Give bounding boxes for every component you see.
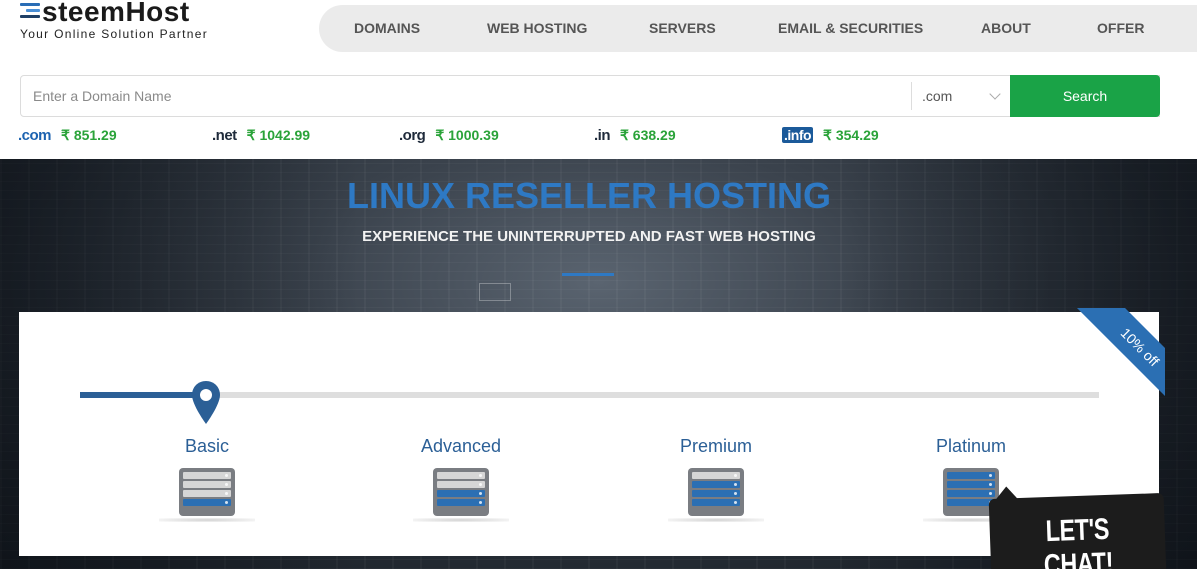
tld-logo-org: .org [399,126,426,144]
hero-title: LINUX RESELLER HOSTING [346,175,832,216]
discount-ribbon-label: 10% off [1117,324,1163,370]
page: steemHost Your Online Solution Partner D… [0,0,1197,569]
tld-price: ₹ 638.29 [620,126,676,143]
logo-name: steemHost [42,0,190,27]
tld-logo-in: .in [594,126,611,144]
domain-search-input[interactable] [21,76,911,116]
nav-item-servers[interactable]: SERVERS [649,5,716,52]
exit-sign-decoration [479,283,511,301]
plan-name: Premium [679,436,752,456]
search-button[interactable]: Search [1010,75,1160,117]
plan-name: Basic [184,436,229,456]
tld-price-info: .info ₹ 354.29 [782,125,879,145]
server-icon [413,468,509,522]
logo-tagline: Your Online Solution Partner [20,27,209,41]
tld-price: ₹ 1000.39 [435,126,499,143]
chevron-down-icon [989,88,1001,100]
tld-select-value: .com [922,88,953,104]
tld-price: ₹ 851.29 [61,126,117,143]
nav-item-offer[interactable]: OFFER [1097,5,1144,52]
chat-label: LET'S CHAT! [1043,512,1114,569]
plan-slider-fill [80,392,206,398]
nav-item-email-securities[interactable]: EMAIL & SECURITIES [778,5,923,52]
plan-name: Advanced [420,436,502,456]
hero-subtitle: EXPERIENCE THE UNINTERRUPTED AND FAST WE… [362,228,816,245]
tld-logo-net: .net [212,126,237,144]
tld-price: ₹ 354.29 [823,126,879,143]
plan-advanced[interactable]: Advanced [391,436,531,522]
tld-price-com: .com ₹ 851.29 [18,125,117,145]
tld-logo-com: .com [18,126,52,144]
server-icon [159,468,255,522]
nav-item-domains[interactable]: DOMAINS [354,5,420,52]
nav-item-about[interactable]: ABOUT [981,5,1031,52]
nav-item-web-hosting[interactable]: WEB HOSTING [487,5,587,52]
chat-widget-button[interactable]: LET'S CHAT! [988,492,1167,569]
tld-price-in: .in ₹ 638.29 [594,125,676,145]
plan-premium[interactable]: Premium [646,436,786,522]
hero-divider [562,273,614,276]
tld-price-org: .org ₹ 1000.39 [399,125,499,145]
tld-price: ₹ 1042.99 [246,126,311,143]
tld-select[interactable]: .com [911,82,1011,110]
logo-mark-icon [20,3,40,21]
logo[interactable]: steemHost Your Online Solution Partner [20,0,240,44]
discount-ribbon: 10% off [1050,308,1165,408]
map-pin-icon[interactable] [191,380,221,425]
server-icon [668,468,764,522]
plan-slider-track[interactable] [80,392,1099,398]
tld-logo-info: .info [782,127,814,143]
main-nav: DOMAINS WEB HOSTING SERVERS EMAIL & SECU… [319,5,1197,52]
plan-basic[interactable]: Basic [137,436,277,522]
tld-price-net: .net ₹ 1042.99 [212,125,310,145]
plan-name: Platinum [935,436,1007,456]
domain-search-bar: .com [20,75,1160,117]
